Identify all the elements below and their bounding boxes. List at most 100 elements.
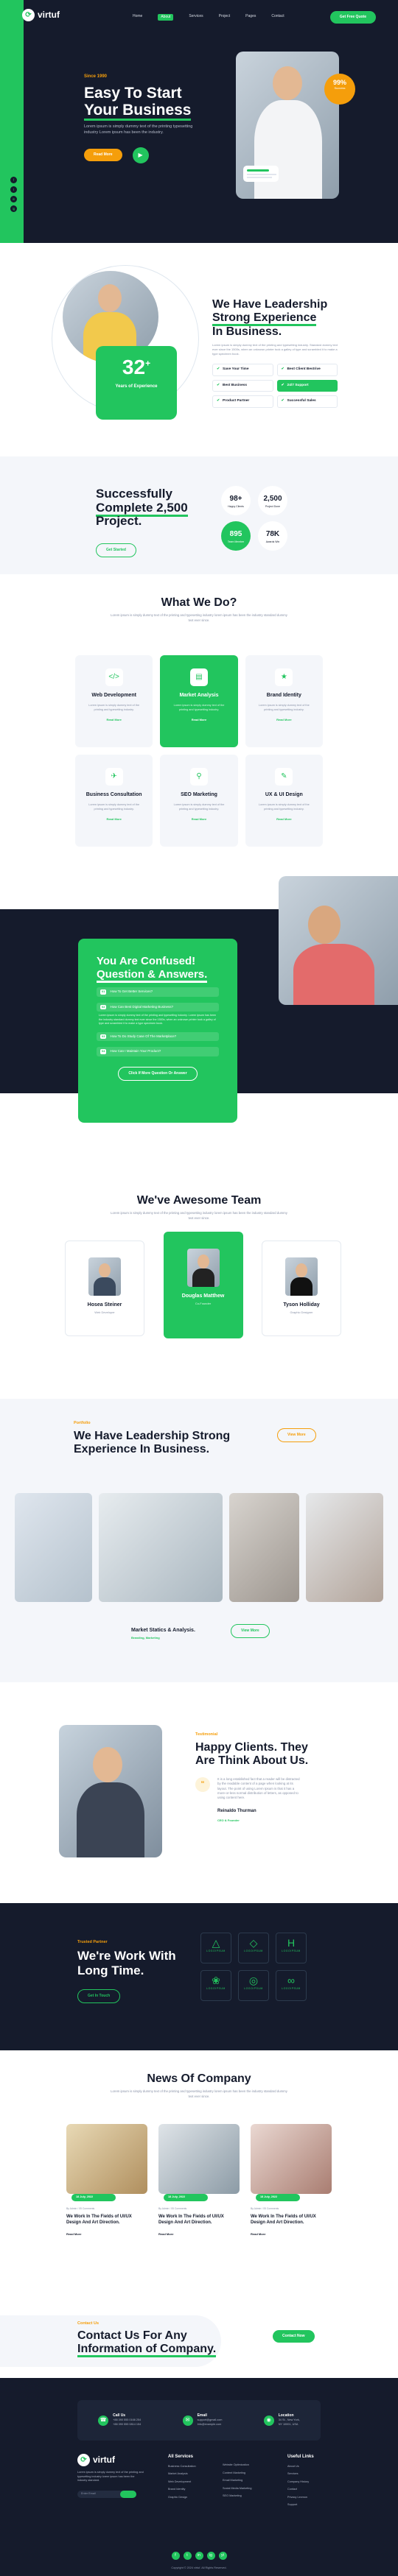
footer-link[interactable]: Services <box>287 2472 314 2477</box>
nav-item-services[interactable]: Services <box>189 14 203 21</box>
contact-item[interactable]: ☎ Call Us +88 390 555 0166 254 +88 390 555… <box>98 2413 141 2427</box>
stat-bubble: 2,500 Project Done <box>258 486 287 515</box>
news-headline[interactable]: We Work In The Fields of UI/UX Design An… <box>66 2215 147 2226</box>
team-member-card[interactable]: Tyson Holliday Graphic Designer <box>262 1241 341 1336</box>
success-badge-label: Success <box>334 85 346 90</box>
service-card[interactable]: ⚲ SEO Marketing Lorem ipsum is simply dumm… <box>160 755 238 847</box>
footer-link[interactable]: Website Optimization <box>223 2463 251 2468</box>
get-quote-button[interactable]: Get Free Quote <box>329 11 376 24</box>
news-card[interactable]: 18 July, 2022 By Admin / 05 Comments We … <box>251 2124 332 2237</box>
footer-link[interactable]: Email Marketing <box>223 2479 251 2483</box>
get-in-touch-button[interactable]: Get In Touch <box>77 1989 121 2004</box>
nav-item-project[interactable]: Project <box>219 14 231 21</box>
footer-about: Lorem ipsum is simply dummy text of the … <box>77 2471 144 2483</box>
nav-item-home[interactable]: Home <box>133 14 142 21</box>
portfolio-gallery <box>15 1493 383 1602</box>
footer-link[interactable]: Brand Identity <box>168 2488 196 2492</box>
service-card[interactable]: </> Web Development Lorem ipsum is simply … <box>75 655 153 747</box>
footer-link[interactable]: Business Consultation <box>168 2465 196 2469</box>
read-more-link[interactable]: Read More <box>245 718 323 722</box>
partner-logo[interactable]: ∞ LOGOIPSUM <box>276 1970 307 2001</box>
instagram-icon[interactable]: ig <box>10 205 17 212</box>
footer-link[interactable]: Company History <box>287 2480 314 2485</box>
facebook-icon[interactable]: f <box>10 177 17 183</box>
news-card[interactable]: 18 July, 2022 By Admin / 05 Comments We … <box>158 2124 240 2237</box>
read-more-link[interactable]: Read More <box>75 718 153 722</box>
nav-item-pages[interactable]: Pages <box>245 14 256 21</box>
partner-logo[interactable]: △ LOGOIPSUM <box>200 1933 231 1963</box>
footer-link[interactable]: Web Development <box>168 2480 196 2485</box>
partner-logo[interactable]: H LOGOIPSUM <box>276 1933 307 1963</box>
read-more-link[interactable]: Read More <box>160 817 237 822</box>
footer-link[interactable]: Support <box>287 2503 314 2508</box>
partner-logo[interactable]: ◎ LOGOIPSUM <box>238 1970 269 2001</box>
team-header: We've Awesome Team Lorem ipsum is simply… <box>0 1194 398 1221</box>
footer-logo[interactable]: ⟳ virtuf <box>77 2454 144 2467</box>
linkedin-icon[interactable]: in <box>10 196 17 202</box>
facebook-icon[interactable]: f <box>171 2552 180 2560</box>
read-more-link[interactable]: Read More <box>245 817 323 822</box>
contact-item[interactable]: ✉ Email support@gmail.com Info@example.com <box>182 2413 222 2427</box>
service-card[interactable]: ✈ Business Consultation Lorem ipsum is sim… <box>75 755 153 847</box>
nav-item-about[interactable]: About <box>158 14 174 21</box>
news-card[interactable]: 18 July, 2022 By Admin / 05 Comments We … <box>66 2124 147 2237</box>
read-more-link[interactable]: Read More <box>160 718 237 722</box>
testimonial-eyebrow: Testimonial <box>195 1732 218 1737</box>
news-image <box>158 2124 240 2194</box>
linkedin-icon[interactable]: in <box>195 2552 203 2560</box>
team-member-card[interactable]: Douglas Matthew Co-Founder <box>163 1232 243 1338</box>
footer-link[interactable]: SEO Marketing <box>223 2494 251 2499</box>
service-card[interactable]: ▤ Market Analysis Lorem ipsum is simply du… <box>160 655 238 747</box>
news-headline[interactable]: We Work In The Fields of UI/UX Design An… <box>158 2215 240 2226</box>
faq-question[interactable]: 03 How To Do Study Case Of The Marketplac… <box>97 1031 219 1042</box>
read-more-button[interactable]: Read More <box>84 149 122 162</box>
testimonial-text: Testimonial Happy Clients. They Are Thin… <box>195 1732 335 1823</box>
check-icon: ✔ <box>217 383 220 387</box>
partner-logo[interactable]: ◇ LOGOIPSUM <box>238 1933 269 1963</box>
contact-now-button[interactable]: Contact Now <box>273 2330 315 2343</box>
footer-link[interactable]: Market Analysis <box>168 2472 196 2477</box>
quote-icon: “ <box>195 1776 210 1792</box>
youtube-icon[interactable]: yt <box>218 2552 227 2560</box>
news-read-more[interactable]: Read More <box>66 2232 147 2237</box>
service-card[interactable]: ★ Brand Identity Lorem ipsum is simply dum… <box>245 655 323 747</box>
experience-card: 32+ Years of Experience <box>96 346 177 420</box>
footer-link[interactable]: Contact <box>287 2488 314 2492</box>
portfolio-image[interactable] <box>99 1493 223 1602</box>
mail-icon: ✉ <box>182 2415 193 2426</box>
service-card[interactable]: ✎ UX & UI Design Lorem ipsum is simply dum… <box>245 755 323 847</box>
faq-question[interactable]: 01 How To Get Better Services? <box>97 987 219 997</box>
faq-question[interactable]: 04 How Can I Maintain Your Product? <box>97 1047 219 1056</box>
footer-link[interactable]: About Us <box>287 2465 314 2469</box>
subscribe-button[interactable] <box>120 2490 136 2498</box>
footer-link[interactable]: Social Media Marketing <box>223 2487 251 2491</box>
subscribe-input[interactable]: Enter Email <box>77 2490 136 2498</box>
hero-eyebrow: Since 1990 <box>84 74 108 79</box>
news-read-more[interactable]: Read More <box>251 2232 332 2237</box>
footer-link[interactable]: Privacy Lexmon <box>287 2496 314 2500</box>
news-read-more[interactable]: Read More <box>158 2232 240 2237</box>
faq-question[interactable]: 02 How Can Best Digital Marketing Busines… <box>97 1002 219 1012</box>
read-more-link[interactable]: Read More <box>75 817 153 822</box>
portfolio-image[interactable] <box>229 1493 299 1602</box>
footer-link[interactable]: Graphic Design <box>168 2496 196 2500</box>
more-questions-button[interactable]: Click If More Question Or Answer <box>118 1066 198 1081</box>
team-member-card[interactable]: Hosea Steiner Web Developer <box>65 1241 144 1336</box>
twitter-icon[interactable]: t <box>10 186 17 193</box>
get-started-button[interactable]: Get Started <box>96 543 136 558</box>
news-headline[interactable]: We Work In The Fields of UI/UX Design An… <box>251 2215 332 2226</box>
instagram-icon[interactable]: ig <box>206 2552 215 2560</box>
portfolio-image[interactable] <box>305 1493 383 1602</box>
nav-item-contact[interactable]: Contact <box>271 14 284 21</box>
feature-item: ✔ Successful Sales <box>276 395 338 409</box>
contact-item[interactable]: ◉ Location 34 St., New York, NY 10001, USA <box>263 2413 300 2427</box>
twitter-icon[interactable]: t <box>183 2552 192 2560</box>
partner-logo[interactable]: ❀ LOGOIPSUM <box>200 1970 231 2001</box>
footer-link[interactable]: Content Marketing <box>223 2471 251 2476</box>
portfolio-eyebrow: Portfolio <box>74 1421 91 1425</box>
leadership-description: Lorem ipsum is simply dummy text of the … <box>212 343 338 356</box>
view-more-button[interactable]: View More <box>277 1428 316 1443</box>
portfolio-view-more-button[interactable]: View More <box>231 1624 270 1639</box>
play-video-icon[interactable]: ▶ <box>132 147 149 163</box>
portfolio-image[interactable] <box>15 1493 93 1602</box>
